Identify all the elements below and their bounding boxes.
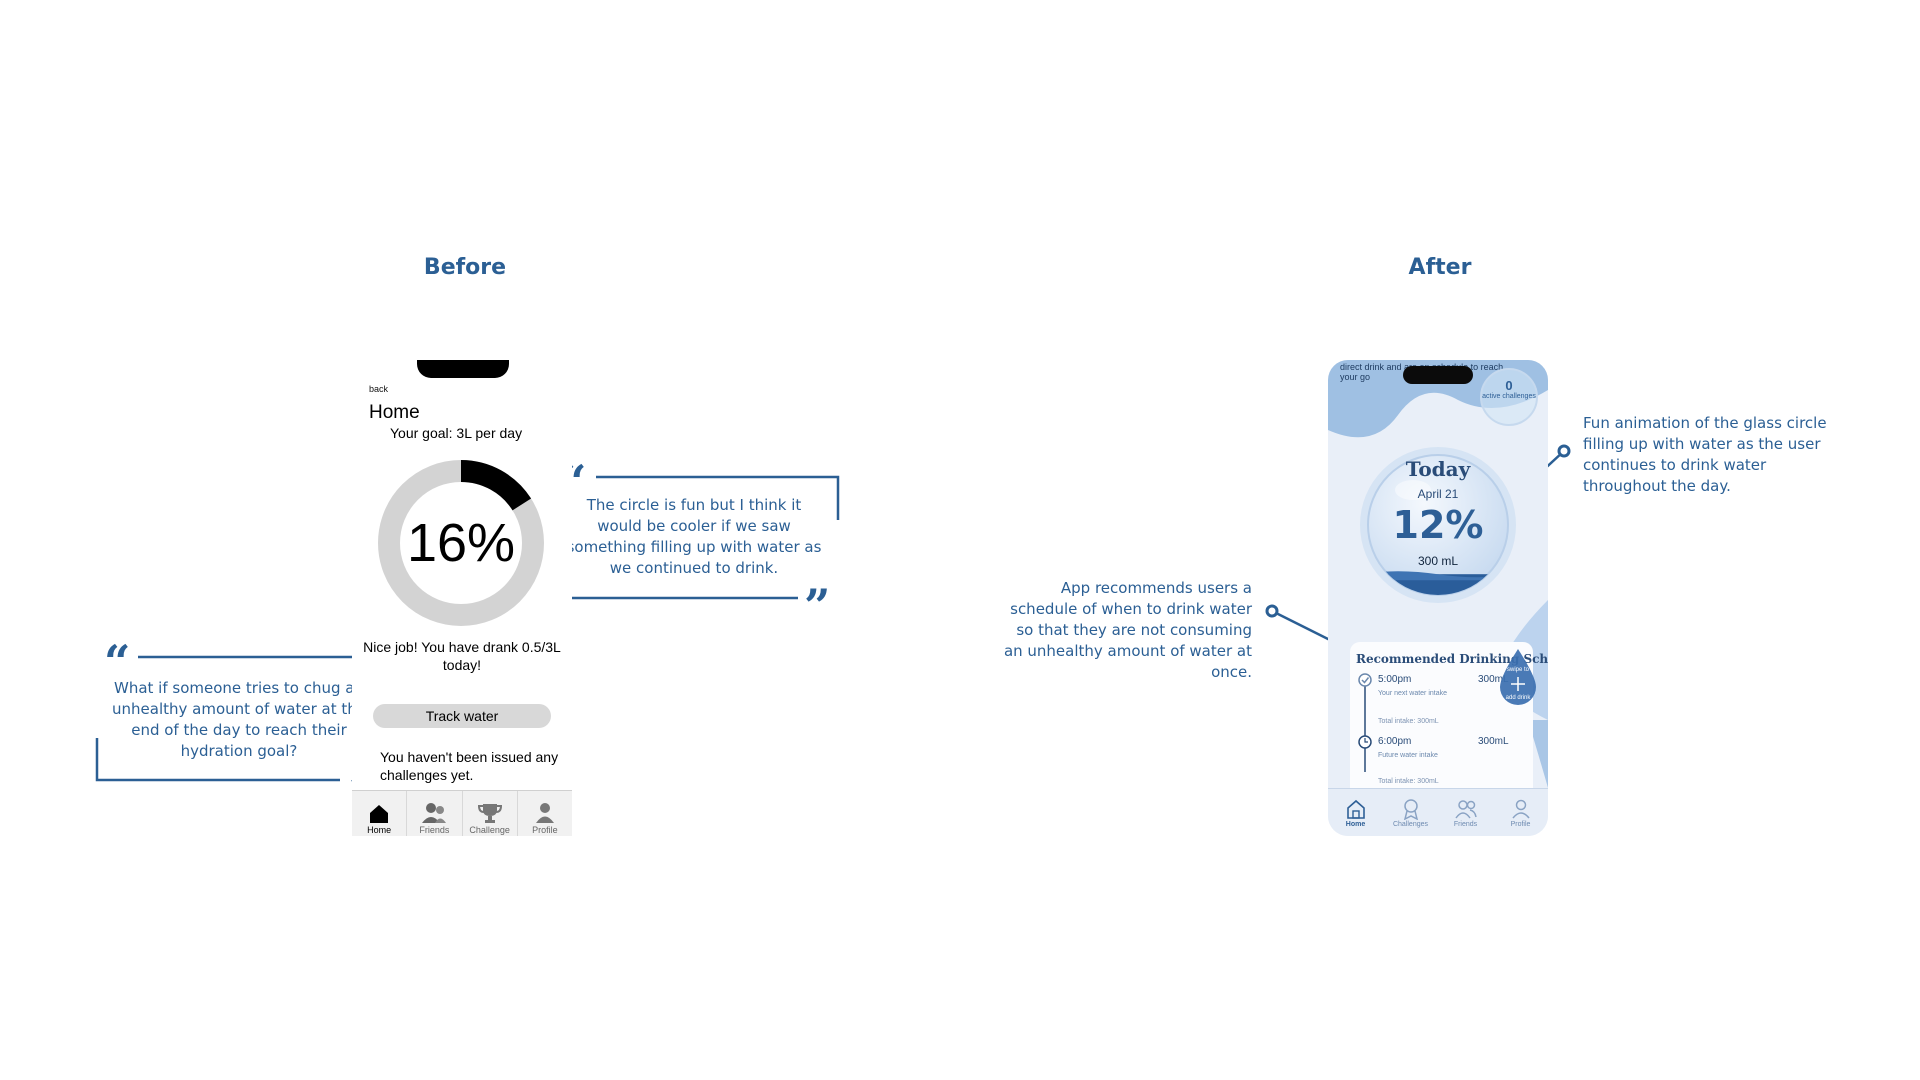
schedule-total: Total intake: 300mL (1378, 778, 1439, 785)
schedule-time: 5:00pm (1378, 674, 1412, 685)
nav-item-challenge[interactable]: Challenge (463, 791, 518, 836)
active-challenges-badge[interactable]: 0 active challenges (1480, 368, 1538, 426)
schedule-total: Total intake: 300mL (1378, 718, 1439, 725)
annotation-lines (95, 444, 1571, 782)
animation-explanation-note: Fun animation of the glass circle fillin… (1583, 414, 1827, 495)
friends-icon (422, 803, 447, 823)
nav-label: Friends (419, 825, 450, 835)
current-date: April 21 (1417, 487, 1459, 501)
add-drink-label: add drink (1505, 695, 1531, 701)
nav-item-challenges[interactable]: Challenges (1383, 789, 1438, 836)
hydration-percent: 12% (1392, 503, 1484, 547)
circle-feedback-note: The circle is fun but I think it would b… (566, 496, 822, 577)
nav-item-home[interactable]: Home (1328, 789, 1383, 836)
schedule-time: 6:00pm (1378, 736, 1412, 747)
today-label: Today (1405, 457, 1471, 481)
nav-label: Home (367, 825, 392, 835)
profile-icon (1511, 799, 1530, 819)
schedule-subtitle: Future water intake (1378, 752, 1438, 759)
add-drink-hint: swipe to (1506, 667, 1529, 673)
chug-feedback-note: What if someone tries to chug an unhealt… (112, 679, 366, 760)
friends-icon (1454, 800, 1477, 819)
hydration-amount: 300 mL (1417, 554, 1459, 568)
trophy-icon (477, 804, 502, 823)
add-drink-button[interactable]: swipe to add drink (1496, 647, 1540, 707)
dynamic-island (1403, 366, 1473, 384)
after-phone-screen: direct drink and are on schedule to reac… (1328, 360, 1548, 836)
active-challenges-label: active challenges (1482, 393, 1536, 400)
nav-label: Profile (532, 825, 558, 835)
profile-icon (535, 803, 554, 823)
back-link[interactable]: back (369, 384, 388, 394)
open-quote-icon: “ (104, 635, 131, 689)
schedule-explanation-note: App recommends users a schedule of when … (1003, 579, 1252, 681)
schedule-amount: 300mL (1478, 736, 1509, 747)
nav-item-friends[interactable]: Friends (1438, 789, 1493, 836)
active-challenges-count: 0 (1505, 378, 1513, 393)
nav-label: Friends (1453, 821, 1478, 828)
close-quote-icon: ” (804, 579, 831, 633)
nav-label: Challenges (1392, 821, 1429, 828)
nav-label: Profile (1510, 821, 1531, 828)
home-icon (370, 805, 389, 823)
nav-label: Challenge (469, 825, 510, 835)
nav-label: Home (1345, 821, 1366, 828)
track-water-button[interactable]: Track water (373, 704, 551, 728)
home-icon (1346, 799, 1365, 819)
challenges-message: You haven't been issued any challenges y… (380, 749, 559, 783)
phone-notch (417, 360, 509, 378)
medal-icon (1403, 799, 1418, 820)
progress-message: Nice job! You have drank 0.5/3L today! (363, 639, 561, 673)
progress-percent: 16% (406, 513, 516, 573)
nav-item-friends[interactable]: Friends (407, 791, 463, 836)
before-phone-screen: back Home Your goal: 3L per day 16% Nice… (352, 360, 572, 836)
schedule-subtitle: Your next water intake (1378, 690, 1448, 697)
bottom-nav: Home Friends Challenge Profile (352, 790, 572, 836)
bottom-nav: Home Challenges Friends Profile (1328, 788, 1548, 836)
page-title: Home (369, 402, 420, 423)
nav-item-profile[interactable]: Profile (1493, 789, 1548, 836)
nav-item-profile[interactable]: Profile (518, 791, 572, 836)
daily-goal: Your goal: 3L per day (390, 425, 523, 441)
nav-item-home[interactable]: Home (352, 791, 408, 836)
schedule-timeline (1358, 673, 1372, 772)
